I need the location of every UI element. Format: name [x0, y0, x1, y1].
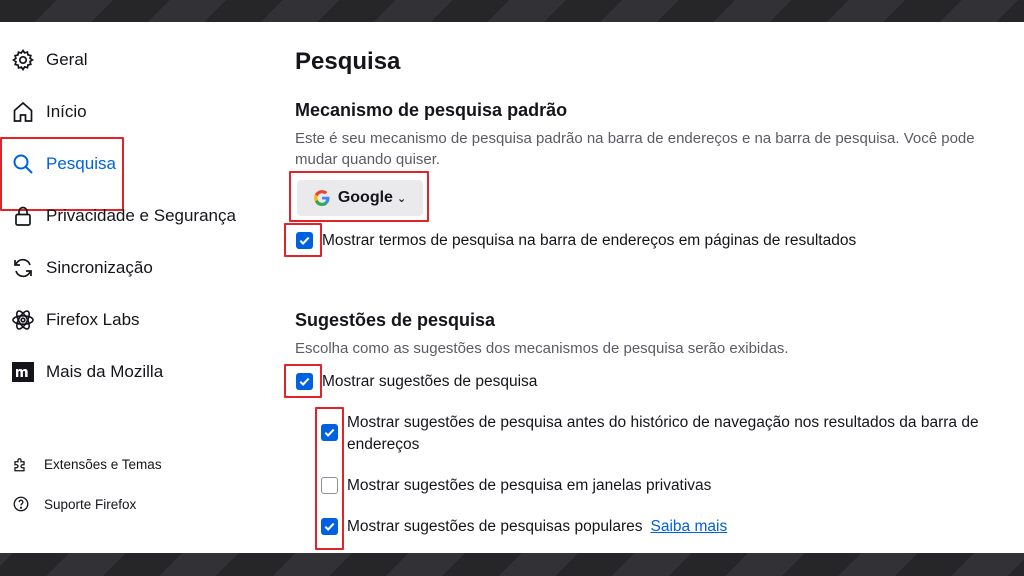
- sidebar-item-label: Privacidade e Segurança: [46, 206, 236, 225]
- main-content: Pesquisa Mecanismo de pesquisa padrão Es…: [284, 22, 1024, 553]
- show-terms-row: Mostrar termos de pesquisa na barra de e…: [296, 230, 856, 252]
- popular-suggestions-row: Mostrar sugestões de pesquisas populares…: [321, 516, 727, 538]
- sidebar-item-privacidade[interactable]: Privacidade e Segurança: [10, 201, 236, 231]
- highlight-box: [0, 137, 124, 211]
- help-icon: [10, 493, 32, 515]
- sidebar-item-suporte[interactable]: Suporte Firefox: [10, 489, 136, 519]
- default-engine-description: Este é seu mecanismo de pesquisa padrão …: [295, 130, 975, 168]
- private-windows-row: Mostrar sugestões de pesquisa em janelas…: [321, 475, 711, 497]
- highlight-box: [315, 407, 344, 550]
- gear-icon: [10, 47, 36, 73]
- sidebar-item-label: Extensões e Temas: [44, 456, 162, 472]
- default-engine-heading: Mecanismo de pesquisa padrão: [295, 100, 568, 120]
- sidebar-item-label: Suporte Firefox: [44, 496, 137, 512]
- atom-icon: [10, 307, 36, 333]
- suggestions-heading: Sugestões de pesquisa: [295, 310, 496, 330]
- puzzle-icon: [10, 453, 32, 475]
- sidebar-item-label: Geral: [46, 50, 88, 69]
- show-terms-label: Mostrar termos de pesquisa na barra de e…: [322, 232, 857, 249]
- sidebar-item-mais-mozilla[interactable]: Mais da Mozilla: [10, 357, 163, 387]
- page-title: Pesquisa: [295, 48, 401, 75]
- sidebar-item-label: Início: [46, 102, 87, 121]
- home-icon: [10, 99, 36, 125]
- show-suggestions-row: Mostrar sugestões de pesquisa: [296, 371, 537, 393]
- sidebar-item-geral[interactable]: Geral: [10, 45, 88, 75]
- lock-icon: [10, 203, 36, 229]
- private-windows-label: Mostrar sugestões de pesquisa em janelas…: [347, 477, 712, 494]
- sidebar-item-inicio[interactable]: Início: [10, 97, 87, 127]
- highlight-box: [284, 223, 322, 257]
- highlight-box: [289, 171, 429, 222]
- settings-window: Geral Início Pesquisa Privacidade e Segu…: [0, 22, 1024, 553]
- sidebar-item-label: Sincronização: [46, 258, 153, 277]
- suggestions-description: Escolha como as sugestões dos mecanismos…: [295, 340, 789, 357]
- learn-more-link[interactable]: Saiba mais: [651, 516, 728, 538]
- highlight-box: [284, 364, 322, 398]
- mozilla-m-icon: [10, 359, 36, 385]
- before-history-label: Mostrar sugestões de pesquisa antes do h…: [347, 414, 979, 453]
- sync-icon: [10, 255, 36, 281]
- popular-suggestions-label: Mostrar sugestões de pesquisas populares: [347, 518, 643, 535]
- sidebar-item-extensoes[interactable]: Extensões e Temas: [10, 449, 162, 479]
- sidebar: Geral Início Pesquisa Privacidade e Segu…: [0, 22, 260, 553]
- sidebar-item-label: Mais da Mozilla: [46, 362, 164, 381]
- sidebar-item-sincronizacao[interactable]: Sincronização: [10, 253, 153, 283]
- sidebar-item-firefox-labs[interactable]: Firefox Labs: [10, 305, 140, 335]
- sidebar-item-label: Firefox Labs: [46, 310, 140, 329]
- before-history-row: Mostrar sugestões de pesquisa antes do h…: [321, 412, 1021, 456]
- show-suggestions-label: Mostrar sugestões de pesquisa: [322, 373, 538, 390]
